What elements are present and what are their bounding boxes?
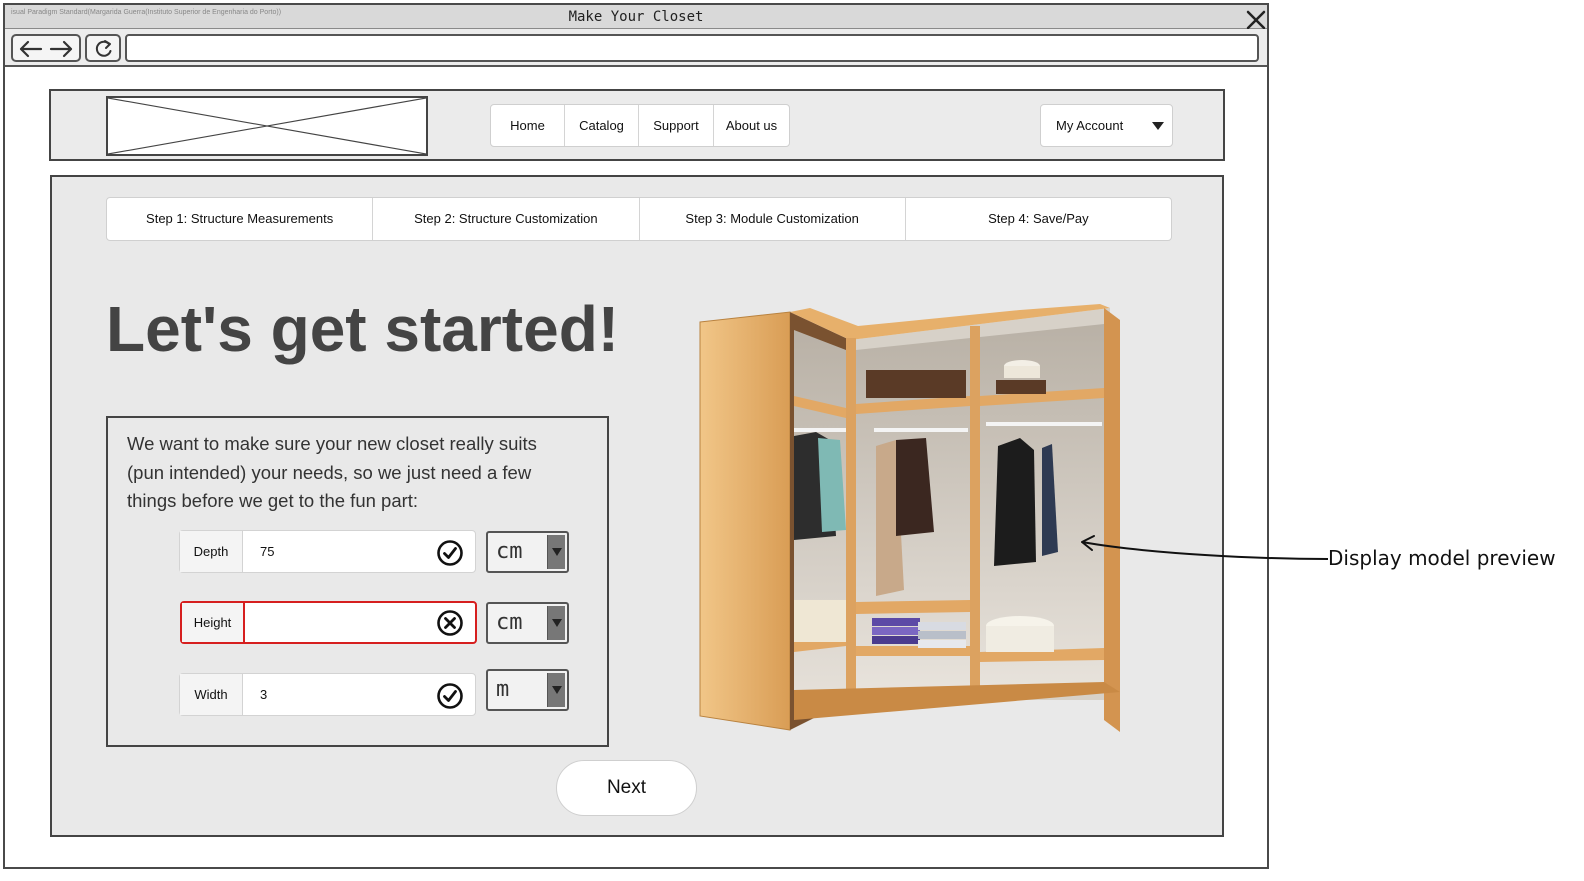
height-unit-select[interactable]: cm [486,602,569,644]
depth-label: Depth [180,531,243,572]
height-label: Height [182,603,245,642]
step-tabs: Step 1: Structure Measurements Step 2: S… [106,197,1172,241]
depth-field[interactable]: Depth 75 [179,530,476,573]
tab-step-2[interactable]: Step 2: Structure Customization [373,198,640,240]
main-menu: Home Catalog Support About us [490,104,790,147]
menu-item-support[interactable]: Support [639,105,714,146]
tab-step-1[interactable]: Step 1: Structure Measurements [107,198,374,240]
caret-down-icon [1152,122,1164,130]
caret-down-icon [547,535,565,569]
width-unit-value: m [496,677,510,702]
logo-placeholder [106,96,428,156]
arrow-left-icon[interactable] [17,40,43,58]
intro-text: We want to make sure your new closet rea… [127,433,537,511]
window-titlebar: isual Paradigm Standard(Margarida Guerra… [5,5,1267,30]
window-title: Make Your Closet [568,9,704,25]
check-circle-icon [437,683,463,709]
close-icon[interactable] [1245,10,1267,30]
depth-unit-value: cm [496,539,523,564]
account-dropdown[interactable]: My Account [1040,104,1173,147]
next-button[interactable]: Next [556,760,697,816]
height-unit-value: cm [496,610,523,635]
refresh-button[interactable] [85,34,121,62]
tab-step-3[interactable]: Step 3: Module Customization [640,198,906,240]
caret-down-icon [547,606,565,640]
depth-unit-select[interactable]: cm [486,531,569,573]
history-buttons [11,34,81,62]
width-unit-select[interactable]: m [486,669,569,711]
check-circle-icon [437,540,463,566]
page-title: Let's get started! [106,293,620,365]
height-field[interactable]: Height [180,601,477,644]
arrow-right-icon[interactable] [49,40,75,58]
menu-item-about[interactable]: About us [714,105,789,146]
caret-down-icon [547,673,565,707]
refresh-icon [95,40,112,57]
width-value[interactable]: 3 [260,674,267,715]
menu-item-home[interactable]: Home [491,105,565,146]
closet-model-preview[interactable] [690,300,1130,740]
width-field[interactable]: Width 3 [179,673,476,716]
menu-item-catalog[interactable]: Catalog [565,105,639,146]
tab-step-4[interactable]: Step 4: Save/Pay [906,198,1171,240]
x-circle-icon [437,610,463,636]
width-label: Width [180,674,243,715]
annotation-label: Display model preview [1328,546,1556,570]
depth-value[interactable]: 75 [260,531,274,572]
account-label: My Account [1056,118,1124,133]
address-bar[interactable] [125,34,1259,62]
annotation-arrow [1081,535,1329,560]
